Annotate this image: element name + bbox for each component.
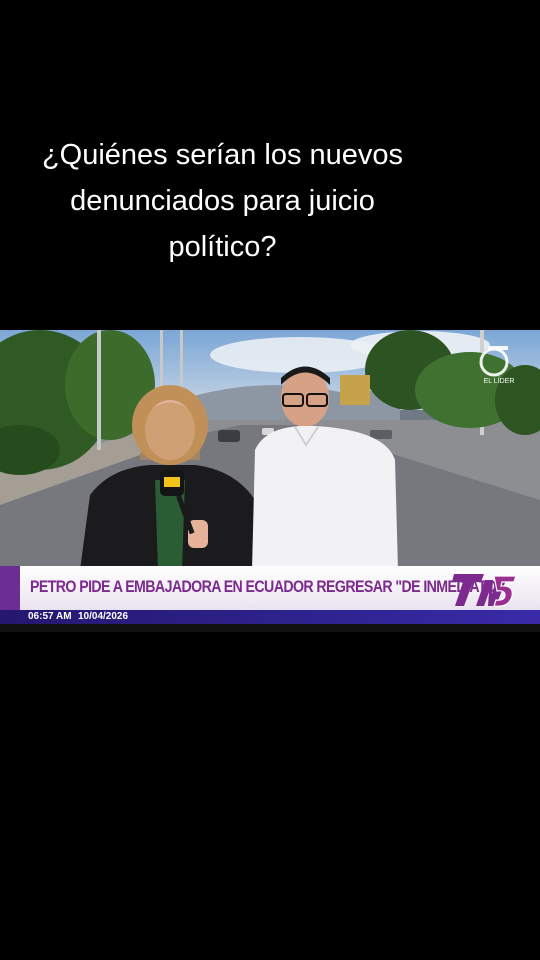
news-headline: PETRO PIDE A EMBAJADORA EN ECUADOR REGRE… [30, 578, 503, 596]
news-video-frame[interactable]: EL LÍDER PETRO PIDE A EMBAJADORA EN ECUA… [0, 330, 540, 632]
time-date-bar: 06:57 AM 10/04/2026 [0, 610, 540, 624]
caption-line-2: denunciados para juicio [70, 185, 375, 217]
channel-5-icon [479, 346, 509, 377]
video-caption: ¿Quiénes serían los nuevos denunciados p… [0, 132, 445, 270]
channel-5-watermark: EL LÍDER [478, 342, 520, 392]
lower-third-banner: PETRO PIDE A EMBAJADORA EN ECUADOR REGRE… [0, 566, 540, 610]
caption-line-3: político? [168, 231, 277, 263]
channel-label: EL LÍDER [483, 378, 515, 385]
broadcast-date: 10/04/2026 [78, 611, 129, 622]
broadcast-time: 06:57 AM [28, 611, 72, 622]
tn5-logo-icon [452, 574, 517, 607]
banner-accent [0, 566, 20, 610]
caption-line-1: ¿Quiénes serían los nuevos [41, 139, 404, 171]
bottom-strip [0, 624, 540, 632]
